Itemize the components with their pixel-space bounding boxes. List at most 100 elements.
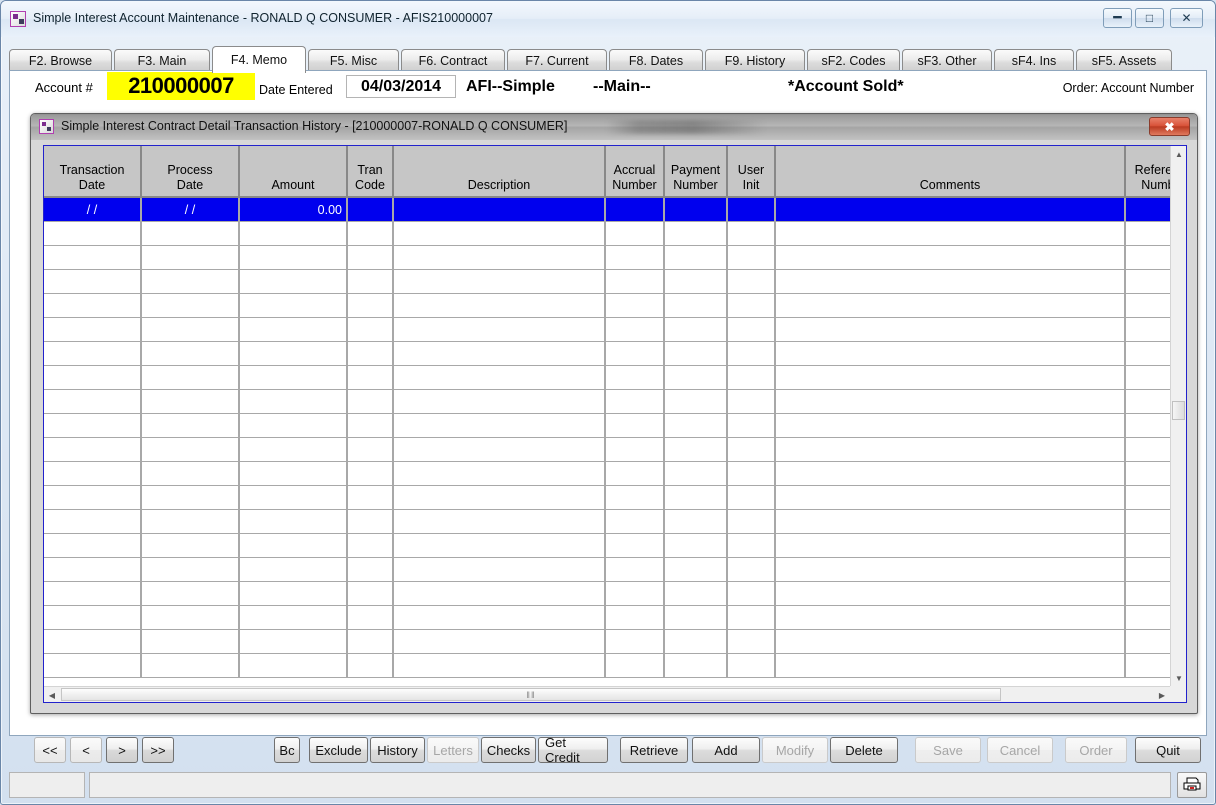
cell-empty[interactable]: [727, 318, 775, 342]
table-row[interactable]: [44, 606, 1170, 630]
cell-empty[interactable]: [141, 534, 239, 558]
table-row[interactable]: [44, 462, 1170, 486]
cell-empty[interactable]: [605, 606, 664, 630]
cell-empty[interactable]: [141, 510, 239, 534]
cell-empty[interactable]: [239, 654, 347, 678]
cell-empty[interactable]: [605, 582, 664, 606]
cell-empty[interactable]: [393, 534, 605, 558]
cell-empty[interactable]: [239, 246, 347, 270]
tab-sf3-other[interactable]: sF3. Other: [902, 49, 992, 71]
cell-empty[interactable]: [1125, 390, 1170, 414]
cell-empty[interactable]: [347, 366, 393, 390]
cell-empty[interactable]: [239, 414, 347, 438]
cell-empty[interactable]: [44, 558, 141, 582]
cell-empty[interactable]: [775, 534, 1125, 558]
cell-transaction_date[interactable]: / /: [44, 197, 141, 222]
cell-empty[interactable]: [727, 462, 775, 486]
cell-empty[interactable]: [393, 246, 605, 270]
table-row[interactable]: [44, 630, 1170, 654]
cell-empty[interactable]: [664, 222, 727, 246]
quit-button[interactable]: Quit: [1135, 737, 1201, 763]
cell-empty[interactable]: [775, 438, 1125, 462]
cell-empty[interactable]: [393, 414, 605, 438]
cell-empty[interactable]: [775, 390, 1125, 414]
cell-empty[interactable]: [727, 630, 775, 654]
cell-empty[interactable]: [393, 462, 605, 486]
cell-empty[interactable]: [239, 510, 347, 534]
cell-empty[interactable]: [727, 246, 775, 270]
column-header-comments[interactable]: Comments: [775, 146, 1125, 197]
cell-empty[interactable]: [605, 654, 664, 678]
print-button[interactable]: [1177, 772, 1207, 798]
retrieve-button[interactable]: Retrieve: [620, 737, 688, 763]
cell-empty[interactable]: [1125, 462, 1170, 486]
cell-empty[interactable]: [605, 534, 664, 558]
vertical-scroll-thumb[interactable]: [1172, 401, 1185, 420]
cell-empty[interactable]: [44, 414, 141, 438]
column-header-accrual-number[interactable]: AccrualNumber: [605, 146, 664, 197]
cell-empty[interactable]: [239, 366, 347, 390]
cell-empty[interactable]: [347, 510, 393, 534]
cell-empty[interactable]: [727, 342, 775, 366]
cell-empty[interactable]: [775, 654, 1125, 678]
cell-empty[interactable]: [775, 414, 1125, 438]
cell-empty[interactable]: [347, 246, 393, 270]
cell-empty[interactable]: [727, 222, 775, 246]
grid-vertical-scrollbar[interactable]: ▲ ▼: [1170, 146, 1186, 686]
cell-empty[interactable]: [727, 414, 775, 438]
cell-empty[interactable]: [1125, 654, 1170, 678]
cell-empty[interactable]: [239, 342, 347, 366]
tab-f2-browse[interactable]: F2. Browse: [9, 49, 112, 71]
cell-empty[interactable]: [727, 534, 775, 558]
cell-empty[interactable]: [141, 462, 239, 486]
cell-empty[interactable]: [347, 222, 393, 246]
cell-empty[interactable]: [664, 630, 727, 654]
cell-empty[interactable]: [1125, 414, 1170, 438]
cell-empty[interactable]: [727, 390, 775, 414]
cell-empty[interactable]: [347, 462, 393, 486]
cell-empty[interactable]: [664, 558, 727, 582]
cell-empty[interactable]: [727, 606, 775, 630]
table-row[interactable]: [44, 654, 1170, 678]
cell-empty[interactable]: [44, 222, 141, 246]
cell-empty[interactable]: [239, 294, 347, 318]
cell-empty[interactable]: [44, 342, 141, 366]
tab-sf4-ins[interactable]: sF4. Ins: [994, 49, 1074, 71]
cell-empty[interactable]: [44, 318, 141, 342]
cell-empty[interactable]: [605, 270, 664, 294]
bc-button[interactable]: Bc: [274, 737, 300, 763]
cell-tran_code[interactable]: [347, 197, 393, 222]
previous-button[interactable]: <: [70, 737, 102, 763]
cell-empty[interactable]: [44, 606, 141, 630]
cell-empty[interactable]: [1125, 294, 1170, 318]
cell-empty[interactable]: [239, 534, 347, 558]
column-header-process-date[interactable]: ProcessDate: [141, 146, 239, 197]
cell-empty[interactable]: [605, 246, 664, 270]
dialog-close-button[interactable]: ✖: [1149, 117, 1190, 136]
cell-empty[interactable]: [44, 438, 141, 462]
next-button[interactable]: >: [106, 737, 138, 763]
cell-empty[interactable]: [664, 654, 727, 678]
cell-empty[interactable]: [1125, 486, 1170, 510]
cell-empty[interactable]: [727, 654, 775, 678]
cell-empty[interactable]: [664, 246, 727, 270]
column-header-transaction-date[interactable]: TransactionDate: [44, 146, 141, 197]
cell-empty[interactable]: [141, 294, 239, 318]
cell-empty[interactable]: [44, 462, 141, 486]
cell-empty[interactable]: [239, 486, 347, 510]
cell-empty[interactable]: [605, 366, 664, 390]
table-row[interactable]: [44, 486, 1170, 510]
table-row[interactable]: [44, 366, 1170, 390]
cell-empty[interactable]: [605, 414, 664, 438]
close-button[interactable]: ✕: [1170, 8, 1203, 28]
cell-empty[interactable]: [775, 630, 1125, 654]
table-row[interactable]: [44, 294, 1170, 318]
table-row[interactable]: [44, 438, 1170, 462]
minimize-button[interactable]: ━: [1103, 8, 1132, 28]
tab-f5-misc[interactable]: F5. Misc: [308, 49, 399, 71]
cell-comments[interactable]: [775, 197, 1125, 222]
table-row[interactable]: [44, 510, 1170, 534]
cell-reference_number[interactable]: [1125, 197, 1170, 222]
cell-empty[interactable]: [239, 630, 347, 654]
cell-empty[interactable]: [44, 246, 141, 270]
